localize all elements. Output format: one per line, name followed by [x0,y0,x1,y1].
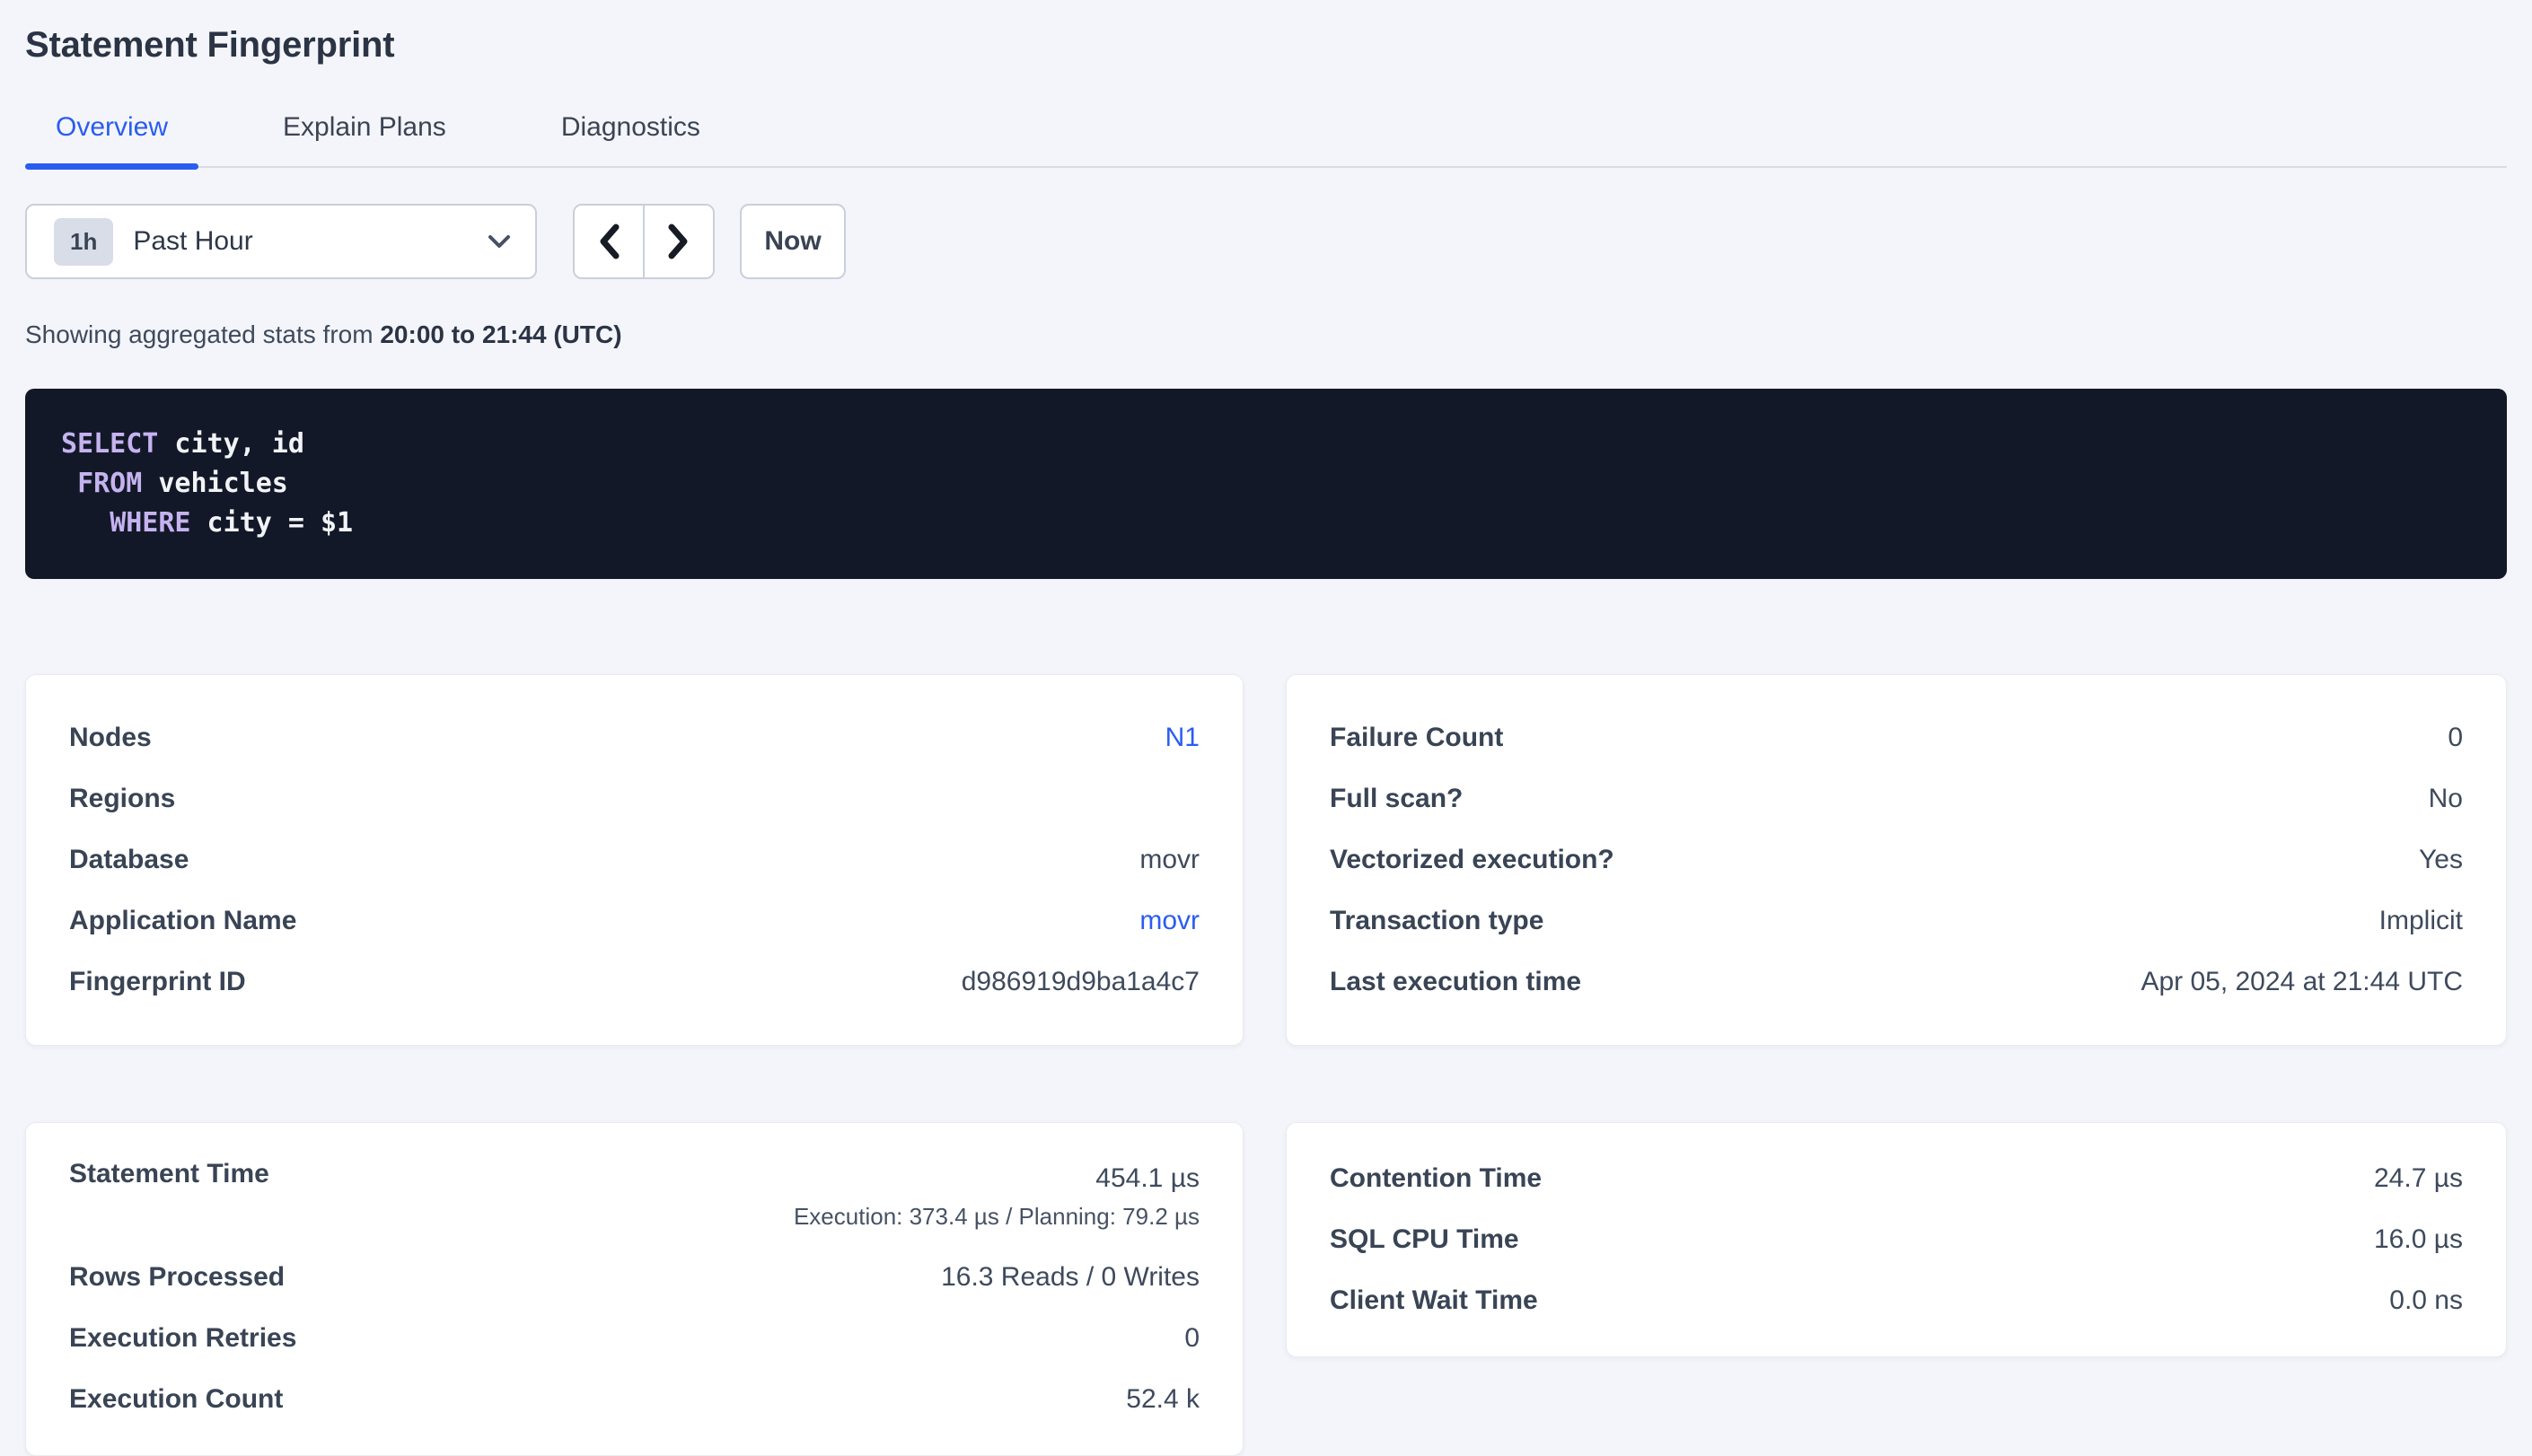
card-execution-attributes: Failure Count 0 Full scan? No Vectorized… [1286,674,2507,1046]
row-label: Execution Retries [69,1323,296,1354]
row-value: 0 [1184,1323,1200,1354]
statement-fingerprint-page: Statement Fingerprint Overview Explain P… [0,0,2532,1456]
detail-row-nodes: Nodes N1 [69,707,1200,768]
row-label: Database [69,845,189,875]
row-value: 16.3 Reads / 0 Writes [941,1262,1200,1293]
row-label: Client Wait Time [1330,1285,1538,1316]
sql-keyword: FROM [77,468,142,499]
tab-explain-plans[interactable]: Explain Plans [252,112,477,166]
stat-row-rows-processed: Rows Processed 16.3 Reads / 0 Writes [69,1247,1200,1308]
statement-time-breakdown: Execution: 373.4 µs / Planning: 79.2 µs [794,1198,1200,1234]
row-value: No [2429,784,2463,814]
detail-row-regions: Regions [69,768,1200,829]
card-statement-stats: Statement Time 454.1 µs Execution: 373.4… [25,1122,1244,1456]
card-statement-details: Nodes N1 Regions Database movr Applicati… [25,674,1244,1046]
stat-row-client-wait-time: Client Wait Time 0.0 ns [1330,1270,2463,1331]
row-value: Apr 05, 2024 at 21:44 UTC [2141,967,2463,997]
row-value: 24.7 µs [2374,1163,2463,1194]
row-label: Nodes [69,723,152,753]
time-controls: 1h Past Hour [25,204,2507,279]
row-label: Transaction type [1330,906,1543,936]
row-label: Vectorized execution? [1330,845,1614,875]
row-label: Regions [69,784,175,814]
detail-row-fingerprint-id: Fingerprint ID d986919d9ba1a4c7 [69,952,1200,1013]
chevron-down-icon [487,233,512,250]
row-value: 52.4 k [1126,1384,1200,1415]
row-label: Failure Count [1330,723,1503,753]
stat-row-statement-time: Statement Time 454.1 µs Execution: 373.4… [69,1148,1200,1247]
row-label: Application Name [69,906,296,936]
sql-line: FROM vehicles [61,464,2471,504]
attribute-row-transaction-type: Transaction type Implicit [1330,890,2463,952]
row-label: Full scan? [1330,784,1463,814]
chevron-right-icon [666,222,691,261]
row-value: 0 [2448,723,2463,753]
cards-grid: Nodes N1 Regions Database movr Applicati… [25,674,2507,1456]
page-title: Statement Fingerprint [25,0,2507,66]
sql-keyword: WHERE [110,507,190,539]
attribute-row-last-execution: Last execution time Apr 05, 2024 at 21:4… [1330,952,2463,1013]
row-value: movr [1139,845,1200,875]
row-label: SQL CPU Time [1330,1224,1519,1255]
prev-time-button[interactable] [575,206,645,277]
chevron-left-icon [596,222,621,261]
row-value: 454.1 µs [1095,1159,1200,1198]
now-button[interactable]: Now [740,204,846,279]
row-label: Statement Time [69,1159,269,1189]
attribute-row-full-scan: Full scan? No [1330,768,2463,829]
stat-row-execution-count: Execution Count 52.4 k [69,1369,1200,1430]
tab-overview[interactable]: Overview [25,112,198,166]
sql-keyword: SELECT [61,428,158,460]
application-name-link[interactable]: movr [1139,906,1200,936]
row-label: Contention Time [1330,1163,1542,1194]
interval-badge: 1h [54,218,113,266]
row-label: Fingerprint ID [69,967,246,997]
next-time-button[interactable] [645,206,713,277]
attribute-row-vectorized: Vectorized execution? Yes [1330,829,2463,890]
detail-row-database: Database movr [69,829,1200,890]
aggregation-note-range: 20:00 to 21:44 (UTC) [380,320,621,348]
aggregation-note-prefix: Showing aggregated stats from [25,320,380,348]
tab-bar: Overview Explain Plans Diagnostics [25,112,2507,168]
stat-row-sql-cpu-time: SQL CPU Time 16.0 µs [1330,1209,2463,1270]
card-wait-times: Contention Time 24.7 µs SQL CPU Time 16.… [1286,1122,2507,1357]
row-value: d986919d9ba1a4c7 [962,967,1200,997]
sql-line: WHERE city = $1 [61,504,2471,543]
row-value: 0.0 ns [2389,1285,2463,1316]
row-label: Last execution time [1330,967,1581,997]
time-interval-dropdown[interactable]: 1h Past Hour [25,204,537,279]
attribute-row-failure-count: Failure Count 0 [1330,707,2463,768]
detail-row-application-name: Application Name movr [69,890,1200,952]
row-value: Yes [2419,845,2463,875]
stat-row-execution-retries: Execution Retries 0 [69,1308,1200,1369]
row-value: 16.0 µs [2374,1224,2463,1255]
row-label: Execution Count [69,1384,283,1415]
interval-label: Past Hour [133,226,487,257]
time-pager [573,204,715,279]
nodes-link[interactable]: N1 [1165,723,1200,753]
row-value: Implicit [2379,906,2463,936]
row-label: Rows Processed [69,1262,285,1293]
stat-row-contention-time: Contention Time 24.7 µs [1330,1148,2463,1209]
sql-line: SELECT city, id [61,425,2471,464]
statement-time-values: 454.1 µs Execution: 373.4 µs / Planning:… [794,1159,1200,1234]
sql-statement-box: SELECT city, id FROM vehicles WHERE city… [25,389,2507,579]
tab-diagnostics[interactable]: Diagnostics [531,112,731,166]
aggregation-note: Showing aggregated stats from 20:00 to 2… [25,320,2507,349]
